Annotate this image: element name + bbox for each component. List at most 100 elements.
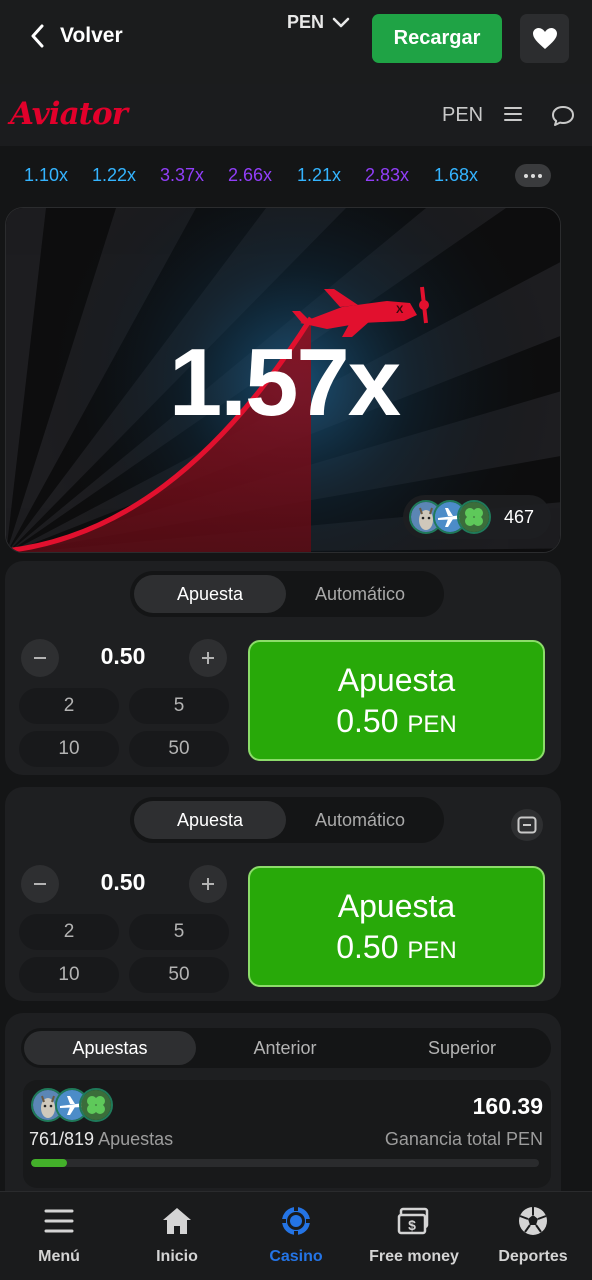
tab-bet[interactable]: Apuesta — [134, 801, 286, 839]
bets-tabs: Apuestas Anterior Superior — [21, 1028, 551, 1068]
bets-count: 761/819 Apuestas — [29, 1129, 173, 1150]
collapse-icon — [517, 816, 537, 834]
tab-bet[interactable]: Apuesta — [134, 575, 286, 613]
bets-progress-bar — [31, 1159, 539, 1167]
bet-amount[interactable]: 0.50 — [61, 643, 185, 670]
tab-auto[interactable]: Automático — [284, 801, 436, 839]
nav-label: Casino — [269, 1248, 323, 1265]
history-item: 1.68x — [434, 165, 479, 185]
history-item: 1.22x — [92, 165, 137, 185]
chat-icon[interactable] — [551, 105, 575, 127]
quick-amount-button[interactable]: 2 — [19, 914, 119, 950]
favorite-button[interactable] — [520, 14, 569, 63]
plus-icon — [202, 878, 214, 890]
increase-button[interactable] — [189, 865, 227, 903]
tab-top[interactable]: Superior — [376, 1031, 548, 1065]
active-players: 467 — [403, 495, 551, 539]
history-item: 2.66x — [228, 165, 273, 185]
bet-button-currency: PEN — [407, 710, 457, 738]
svg-text:X: X — [396, 304, 404, 316]
bottom-nav: Menú Inicio Casino $ Free money Deportes — [0, 1191, 592, 1280]
bet-mode-tabs: Apuesta Automático — [130, 571, 444, 617]
home-icon — [163, 1208, 191, 1234]
plus-icon — [202, 652, 214, 664]
back-label: Volver — [60, 24, 123, 47]
increase-button[interactable] — [189, 639, 227, 677]
currency-select[interactable]: PEN — [287, 12, 350, 33]
bets-count-value: 761/819 — [29, 1129, 95, 1149]
quick-amount-button[interactable]: 2 — [19, 688, 119, 724]
menu-icon — [44, 1209, 74, 1233]
chevron-down-icon — [332, 17, 350, 27]
nav-item-sports[interactable]: Deportes — [474, 1192, 592, 1280]
minus-icon — [34, 883, 46, 885]
game-currency: PEN — [442, 104, 484, 126]
tab-all-bets[interactable]: Apuestas — [24, 1031, 196, 1065]
tab-auto[interactable]: Automático — [284, 575, 436, 613]
bets-count-label: Apuestas — [98, 1129, 174, 1149]
quick-amount-button[interactable]: 50 — [129, 731, 229, 767]
decrease-button[interactable] — [21, 865, 59, 903]
nav-label: Free money — [369, 1248, 459, 1265]
more-dots-icon — [524, 173, 528, 178]
top-bar: Volver PEN Recargar — [0, 0, 592, 84]
nav-label: Deportes — [498, 1248, 568, 1265]
nav-item-free-money[interactable]: $ Free money — [355, 1192, 473, 1280]
free-money-icon: $ — [397, 1207, 429, 1235]
quick-amount-button[interactable]: 5 — [129, 914, 229, 950]
nav-label: Menú — [38, 1248, 80, 1265]
bet-button-currency: PEN — [407, 936, 457, 964]
multiplier-history: 1.10x 1.22x 3.37x 2.66x 1.21x 2.83x 1.68… — [0, 146, 592, 204]
game-canvas: X 1.57x 467 — [5, 207, 561, 553]
nav-item-menu[interactable]: Menú — [0, 1192, 118, 1280]
player-avatar — [79, 1088, 113, 1122]
casino-icon — [281, 1206, 311, 1236]
bet-button-amount: 0.50 — [336, 928, 399, 965]
remove-panel-button[interactable] — [511, 809, 543, 841]
quick-amount-button[interactable]: 10 — [19, 957, 119, 993]
place-bet-button[interactable]: Apuesta 0.50 PEN — [248, 640, 545, 761]
nav-label: Inicio — [156, 1248, 198, 1265]
clover-avatar-icon — [459, 502, 489, 532]
chevron-left-icon — [31, 24, 44, 48]
clover-avatar-icon — [81, 1090, 111, 1120]
player-avatar — [457, 500, 491, 534]
history-item: 1.21x — [297, 165, 342, 185]
bet-button-amount: 0.50 — [336, 702, 399, 739]
quick-amount-button[interactable]: 5 — [129, 688, 229, 724]
bet-panel-2: Apuesta Automático 0.50 2 5 10 50 Apuest… — [5, 787, 561, 1001]
total-winnings-label: Ganancia total PEN — [384, 1129, 543, 1149]
bet-amount[interactable]: 0.50 — [61, 869, 185, 896]
current-multiplier: 1.57x — [168, 329, 401, 436]
amount-stepper: 0.50 — [21, 863, 229, 905]
quick-amount-button[interactable]: 10 — [19, 731, 119, 767]
nav-item-home[interactable]: Inicio — [118, 1192, 236, 1280]
bet-button-title: Apuesta — [337, 887, 456, 924]
bet-button-title: Apuesta — [337, 661, 456, 698]
more-history-button[interactable] — [515, 164, 551, 187]
aviator-logo: Aviator — [10, 96, 128, 132]
bet-panel-1: Apuesta Automático 0.50 2 5 10 50 Apuest… — [5, 561, 561, 775]
soccer-ball-icon — [519, 1207, 547, 1235]
back-button[interactable]: Volver — [30, 24, 123, 48]
tab-previous[interactable]: Anterior — [199, 1031, 371, 1065]
hamburger-icon[interactable] — [504, 105, 522, 123]
place-bet-button[interactable]: Apuesta 0.50 PEN — [248, 866, 545, 987]
decrease-button[interactable] — [21, 639, 59, 677]
progress-fill — [31, 1159, 67, 1167]
bet-mode-tabs: Apuesta Automático — [130, 797, 444, 843]
recharge-button[interactable]: Recargar — [372, 14, 502, 63]
svg-text:$: $ — [408, 1217, 416, 1233]
bets-section: Apuestas Anterior Superior 761/819 Apues… — [5, 1013, 561, 1193]
player-avatars — [31, 1088, 113, 1122]
amount-stepper: 0.50 — [21, 637, 229, 679]
total-winnings: 160.39 — [472, 1093, 543, 1119]
quick-amount-button[interactable]: 50 — [129, 957, 229, 993]
heart-icon — [532, 28, 557, 49]
history-item: 1.10x — [24, 165, 69, 185]
game-header: Aviator PEN — [0, 84, 592, 146]
nav-item-casino[interactable]: Casino — [237, 1192, 355, 1280]
history-item: 3.37x — [160, 165, 205, 185]
bets-summary: 761/819 Apuestas 160.39 Ganancia total P… — [23, 1080, 551, 1188]
currency-label: PEN — [287, 12, 325, 32]
